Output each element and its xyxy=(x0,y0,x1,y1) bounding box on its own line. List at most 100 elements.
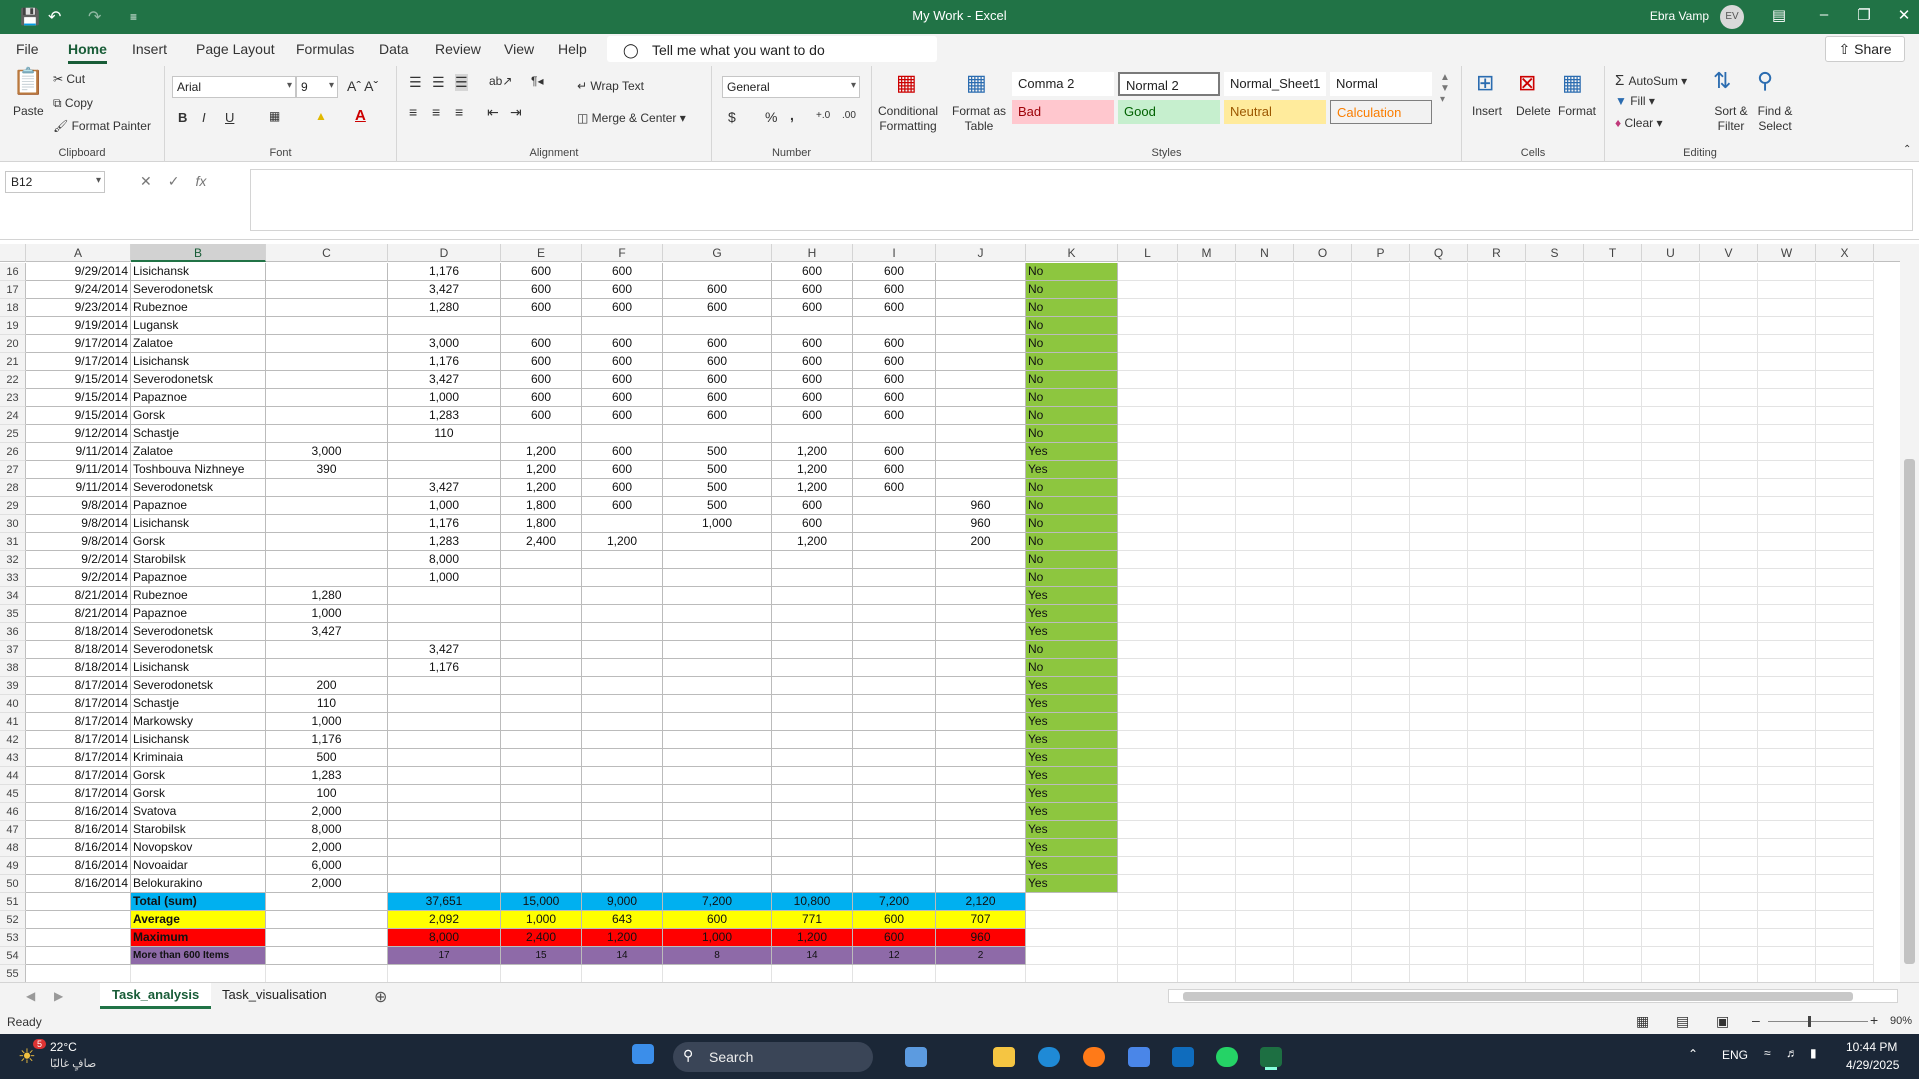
empty-cell[interactable] xyxy=(1468,911,1526,929)
cell-d[interactable] xyxy=(388,623,501,641)
cell-a[interactable]: 9/15/2014 xyxy=(26,389,131,407)
cell-h[interactable] xyxy=(772,425,853,443)
empty-cell[interactable] xyxy=(1642,317,1700,335)
cell-g[interactable] xyxy=(663,587,772,605)
empty-cell[interactable] xyxy=(1294,371,1352,389)
empty-cell[interactable] xyxy=(1700,893,1758,911)
maximize-icon[interactable]: ❐ xyxy=(1849,6,1879,24)
cell-a[interactable]: 9/15/2014 xyxy=(26,371,131,389)
cell-i[interactable] xyxy=(853,713,936,731)
empty-cell[interactable] xyxy=(1468,551,1526,569)
cell-c[interactable]: 2,000 xyxy=(266,803,388,821)
empty-cell[interactable] xyxy=(1178,515,1236,533)
empty-cell[interactable] xyxy=(1118,659,1178,677)
empty-cell[interactable] xyxy=(1352,407,1410,425)
cell-d[interactable]: 17 xyxy=(388,947,501,965)
empty-cell[interactable] xyxy=(1816,533,1874,551)
empty-cell[interactable] xyxy=(1758,425,1816,443)
cell-e[interactable] xyxy=(501,605,582,623)
empty-cell[interactable] xyxy=(1294,461,1352,479)
cell-j[interactable] xyxy=(936,677,1026,695)
cell-f[interactable] xyxy=(582,659,663,677)
empty-cell[interactable] xyxy=(1236,641,1294,659)
cell-i[interactable]: 600 xyxy=(853,929,936,947)
empty-cell[interactable] xyxy=(1584,533,1642,551)
cell-f[interactable] xyxy=(582,785,663,803)
row-header[interactable]: 29 xyxy=(0,497,26,515)
cell-e[interactable] xyxy=(501,551,582,569)
underline-button[interactable]: U xyxy=(225,110,234,125)
font-color-button[interactable]: A xyxy=(355,107,366,124)
empty-cell[interactable] xyxy=(1236,497,1294,515)
empty-cell[interactable] xyxy=(1178,497,1236,515)
empty-cell[interactable] xyxy=(1584,281,1642,299)
cell-f[interactable] xyxy=(582,515,663,533)
cell-b[interactable]: Papaznoe xyxy=(131,605,266,623)
cell-a[interactable]: 8/17/2014 xyxy=(26,731,131,749)
share-button[interactable]: ⇧ Share xyxy=(1825,36,1905,62)
empty-cell[interactable] xyxy=(1526,425,1584,443)
cell-b[interactable]: Markowsky xyxy=(131,713,266,731)
empty-cell[interactable] xyxy=(1526,713,1584,731)
cell-e[interactable]: 1,000 xyxy=(501,911,582,929)
empty-cell[interactable] xyxy=(1236,803,1294,821)
cell-k[interactable]: No xyxy=(1026,659,1118,677)
empty-cell[interactable] xyxy=(1816,821,1874,839)
row-header[interactable]: 20 xyxy=(0,335,26,353)
cell-c[interactable] xyxy=(266,893,388,911)
empty-cell[interactable] xyxy=(1468,335,1526,353)
cell-e[interactable]: 600 xyxy=(501,299,582,317)
row-header[interactable]: 30 xyxy=(0,515,26,533)
empty-cell[interactable] xyxy=(1700,569,1758,587)
empty-cell[interactable] xyxy=(1468,533,1526,551)
cell-e[interactable] xyxy=(501,767,582,785)
cell-b[interactable]: Kriminaia xyxy=(131,749,266,767)
cell-a[interactable] xyxy=(26,929,131,947)
cell-g[interactable]: 500 xyxy=(663,479,772,497)
empty-cell[interactable] xyxy=(1526,407,1584,425)
empty-cell[interactable] xyxy=(1700,641,1758,659)
empty-cell[interactable] xyxy=(1178,605,1236,623)
empty-cell[interactable] xyxy=(1526,533,1584,551)
empty-cell[interactable] xyxy=(1352,281,1410,299)
cell-k[interactable]: Yes xyxy=(1026,587,1118,605)
cell-f[interactable]: 600 xyxy=(582,443,663,461)
cell-c[interactable]: 1,000 xyxy=(266,713,388,731)
cell-i[interactable] xyxy=(853,605,936,623)
empty-cell[interactable] xyxy=(1526,443,1584,461)
format-cells-icon[interactable]: ▦ xyxy=(1562,70,1583,96)
cell-f[interactable]: 600 xyxy=(582,335,663,353)
row-header[interactable]: 48 xyxy=(0,839,26,857)
empty-cell[interactable] xyxy=(1526,623,1584,641)
cell-d[interactable]: 1,176 xyxy=(388,353,501,371)
empty-cell[interactable] xyxy=(1236,947,1294,965)
empty-cell[interactable] xyxy=(1178,371,1236,389)
row-header[interactable]: 51 xyxy=(0,893,26,911)
empty-cell[interactable] xyxy=(1178,353,1236,371)
empty-cell[interactable] xyxy=(1816,731,1874,749)
add-sheet-icon[interactable]: ⊕ xyxy=(374,987,387,1007)
empty-cell[interactable] xyxy=(1236,515,1294,533)
empty-cell[interactable] xyxy=(1352,299,1410,317)
cell-e[interactable] xyxy=(501,569,582,587)
cell-e[interactable]: 600 xyxy=(501,407,582,425)
cell-c[interactable] xyxy=(266,299,388,317)
empty-cell[interactable] xyxy=(1642,821,1700,839)
cell-d[interactable]: 3,427 xyxy=(388,281,501,299)
cell-g[interactable]: 600 xyxy=(663,281,772,299)
cell-f[interactable] xyxy=(582,317,663,335)
empty-cell[interactable] xyxy=(1352,443,1410,461)
empty-cell[interactable] xyxy=(1294,929,1352,947)
cell-f[interactable]: 600 xyxy=(582,299,663,317)
empty-cell[interactable] xyxy=(1584,569,1642,587)
cell-k[interactable]: No xyxy=(1026,515,1118,533)
cell-c[interactable] xyxy=(266,479,388,497)
empty-cell[interactable] xyxy=(1758,461,1816,479)
cell-b[interactable]: Svatova xyxy=(131,803,266,821)
format-cells-button[interactable]: Format xyxy=(1558,104,1596,118)
empty-cell[interactable] xyxy=(1816,551,1874,569)
cell-g[interactable]: 600 xyxy=(663,335,772,353)
empty-cell[interactable] xyxy=(1352,767,1410,785)
italic-button[interactable]: I xyxy=(202,110,206,125)
cell-e[interactable]: 600 xyxy=(501,371,582,389)
